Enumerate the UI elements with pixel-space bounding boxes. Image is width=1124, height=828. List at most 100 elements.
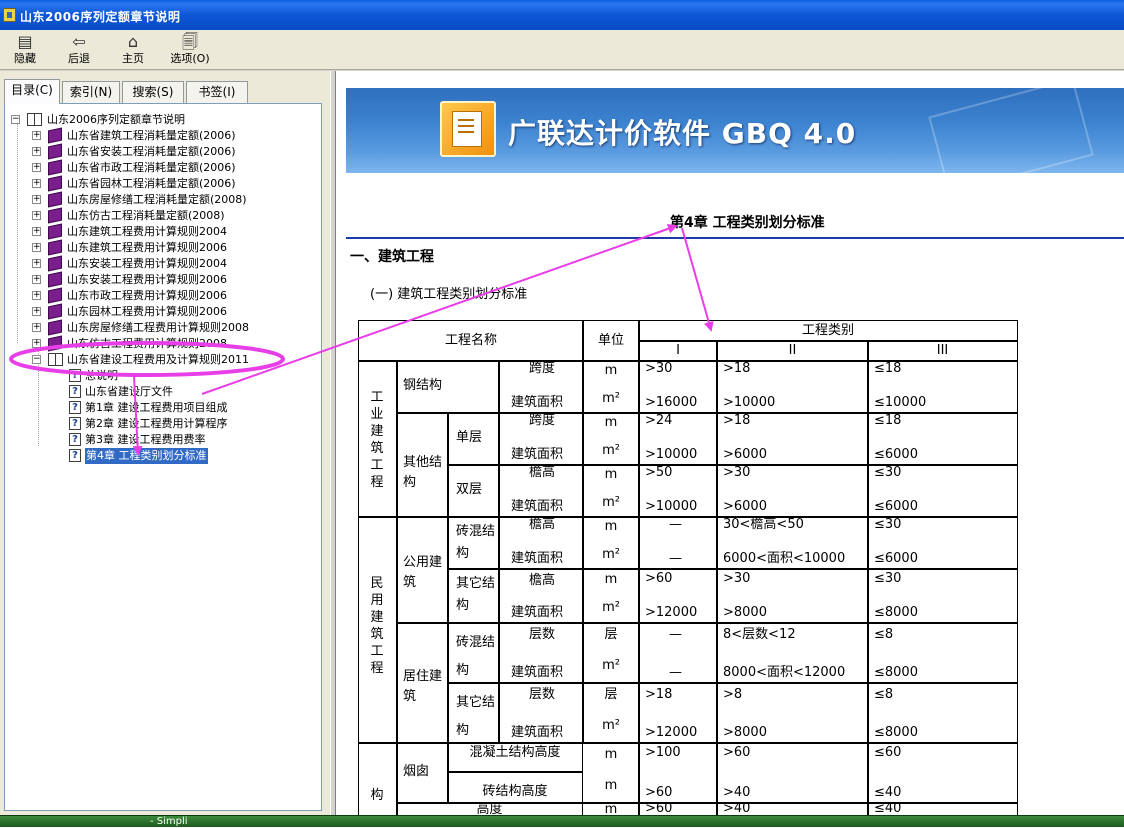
taskbar: - Simpli <box>0 815 1124 827</box>
value-class-3: ≤40 <box>867 802 1018 815</box>
taskbar-item[interactable]: - Simpli <box>150 816 188 828</box>
steel-structure: 钢结构 <box>396 360 500 414</box>
indicator-eave: 檐高 建筑面积 <box>498 464 584 518</box>
tab-search[interactable]: 搜索(S) <box>122 81 184 103</box>
unit-cell: m m² <box>582 568 640 624</box>
help-book-icon <box>3 8 16 22</box>
expand-icon[interactable]: + <box>32 259 41 268</box>
book-icon <box>48 159 62 176</box>
value-class-2: >8 >8000 <box>716 682 869 744</box>
indicator-span: 跨度 建筑面积 <box>498 360 584 414</box>
expand-icon[interactable]: + <box>32 131 41 140</box>
collapse-icon[interactable]: − <box>32 355 41 364</box>
help-window: 山东2006序列定额章节说明 ▤ 隐藏 ⇦ 后退 ⌂ 主页 🗐 选项(O) 目录… <box>0 0 1124 827</box>
value-class-2: >30 >6000 <box>716 464 869 518</box>
expand-icon[interactable]: + <box>32 163 41 172</box>
options-icon: 🗐 <box>182 32 198 51</box>
book-icon <box>48 127 62 144</box>
contents-tree[interactable]: − 山东2006序列定额章节说明 + 山东省建筑工程消耗量定额(2006) + 山东… <box>4 103 322 811</box>
collapse-icon[interactable]: − <box>11 115 20 124</box>
banner-decoration <box>928 77 1094 195</box>
group-industrial: 工业建筑工程 <box>358 360 398 518</box>
value-class-1: >100 >60 <box>638 742 718 804</box>
help-page-icon: ? <box>69 369 81 382</box>
home-button[interactable]: ⌂ 主页 <box>108 32 158 68</box>
unit-cell: 层 m² <box>582 622 640 684</box>
value-class-3: ≤8 ≤8000 <box>867 622 1018 684</box>
tree-guide <box>17 118 18 343</box>
unit-cell: m m² <box>582 360 640 414</box>
expand-icon[interactable]: + <box>32 307 41 316</box>
expand-icon[interactable]: + <box>32 291 41 300</box>
book-icon <box>48 239 62 256</box>
book-icon <box>48 303 62 320</box>
help-page-icon: ? <box>69 433 81 446</box>
unit-cell: m <box>582 802 640 815</box>
value-class-3: ≤18 ≤6000 <box>867 412 1018 466</box>
expand-icon[interactable]: + <box>32 275 41 284</box>
open-book-icon <box>27 113 42 126</box>
expand-icon[interactable]: + <box>32 195 41 204</box>
unit-cell: m m² <box>582 412 640 466</box>
tab-index[interactable]: 索引(N) <box>62 81 120 103</box>
indicator-floors: 层数 建筑面积 <box>498 682 584 744</box>
value-class-2: >30 >8000 <box>716 568 869 624</box>
toolbar: ▤ 隐藏 ⇦ 后退 ⌂ 主页 🗐 选项(O) <box>0 30 1124 70</box>
book-icon <box>48 191 62 208</box>
other-structure: 其他结构 <box>396 412 449 518</box>
group-structure: 构 <box>358 742 398 815</box>
unit-cell: m m² <box>582 464 640 518</box>
book-icon <box>48 271 62 288</box>
expand-icon[interactable]: + <box>32 211 41 220</box>
value-class-1: >24 >10000 <box>638 412 718 466</box>
height: 高度 <box>396 802 583 815</box>
brick-concrete-2: 砖混结构 <box>447 622 500 684</box>
value-class-1: >30 >16000 <box>638 360 718 414</box>
book-icon <box>48 319 62 336</box>
expand-icon[interactable]: + <box>32 243 41 252</box>
value-class-3: ≤8 ≤8000 <box>867 682 1018 744</box>
expand-icon[interactable]: + <box>32 179 41 188</box>
value-class-2: >60 >40 <box>716 742 869 804</box>
public-building: 公用建筑 <box>396 516 449 624</box>
indicator-eave: 檐高 建筑面积 <box>498 516 584 570</box>
title-bar[interactable]: 山东2006序列定额章节说明 <box>0 0 1124 30</box>
expand-icon[interactable]: + <box>32 323 41 332</box>
expand-icon[interactable]: + <box>32 227 41 236</box>
tree-guide <box>38 350 39 446</box>
other-structure-2: 其它结构 <box>447 682 500 744</box>
expand-icon[interactable]: + <box>32 339 41 348</box>
book-icon <box>48 255 62 272</box>
value-class-2: >18 >10000 <box>716 360 869 414</box>
value-class-1: >18 >12000 <box>638 682 718 744</box>
value-class-1: — — <box>638 622 718 684</box>
value-class-3: ≤30 ≤6000 <box>867 516 1018 570</box>
help-page-icon: ? <box>69 385 81 398</box>
header-category: 工程类别 <box>638 320 1018 342</box>
product-banner: 广联达计价软件 GBQ 4.0 <box>346 77 1124 195</box>
tab-bookmarks[interactable]: 书签(I) <box>186 81 248 103</box>
expand-icon[interactable]: + <box>32 147 41 156</box>
value-class-3: ≤60 ≤40 <box>867 742 1018 804</box>
back-button[interactable]: ⇦ 后退 <box>54 32 104 68</box>
header-project-name: 工程名称 <box>358 320 584 362</box>
chimney: 烟囱 <box>396 742 449 804</box>
window-title: 山东2006序列定额章节说明 <box>20 10 181 24</box>
unit-cell: 层 m² <box>582 682 640 744</box>
unit-cell: m m² <box>582 516 640 570</box>
home-icon: ⌂ <box>127 32 139 51</box>
book-icon <box>48 207 62 224</box>
open-book-icon <box>48 353 63 366</box>
navigation-pane: 目录(C) 索引(N) 搜索(S) 书签(I) − 山东2006序列定额章节说明… <box>0 71 330 815</box>
residential-building: 居住建筑 <box>396 622 449 744</box>
hide-button[interactable]: ▤ 隐藏 <box>0 32 50 68</box>
tab-contents[interactable]: 目录(C) <box>4 79 60 104</box>
indicator-floors: 层数 建筑面积 <box>498 622 584 684</box>
value-class-1: >50 >10000 <box>638 464 718 518</box>
back-arrow-icon: ⇦ <box>72 32 86 51</box>
group-civil: 民用建筑工程 <box>358 516 398 744</box>
subsection-heading: (一) 建筑工程类别划分标准 <box>370 287 528 302</box>
other-structure-1: 其它结构 <box>447 568 500 624</box>
book-icon <box>48 335 62 352</box>
options-button[interactable]: 🗐 选项(O) <box>162 32 218 68</box>
